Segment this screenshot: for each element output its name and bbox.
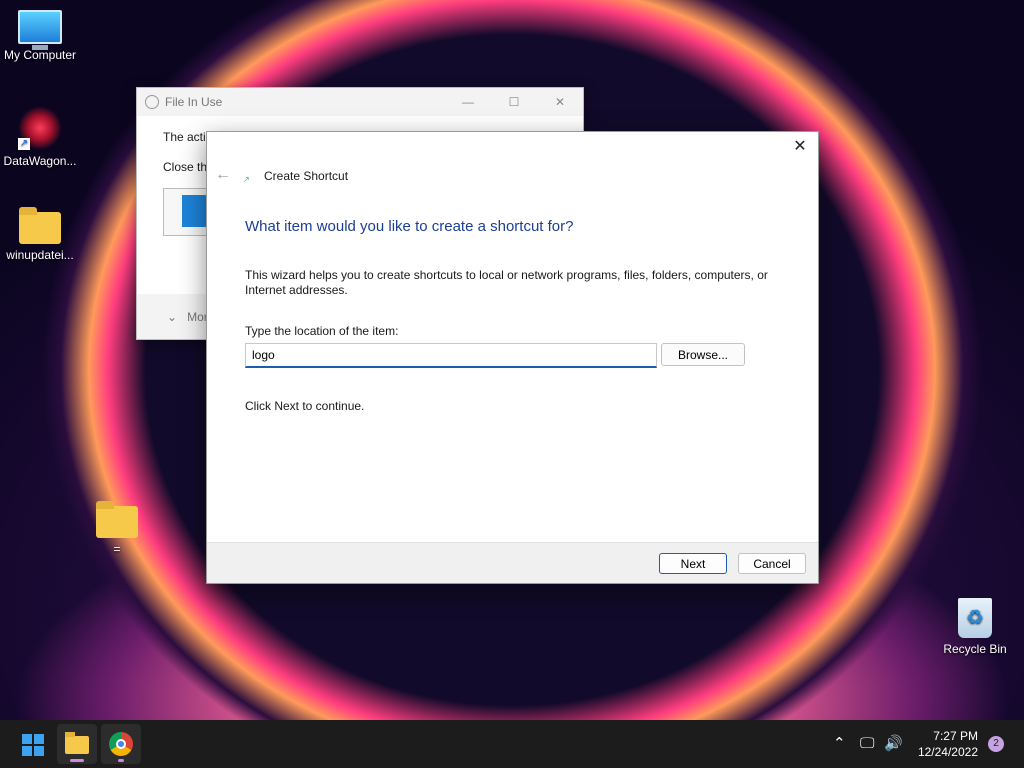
- message-text: Close th: [163, 160, 208, 174]
- chevron-up-icon[interactable]: ⌃: [833, 720, 846, 768]
- taskbar: ⌃ 🖵 🔊 7:27 PM 12/24/2022 2: [0, 720, 1024, 768]
- windows-logo-icon: [22, 734, 44, 756]
- folder-icon: [19, 207, 61, 244]
- location-input[interactable]: [245, 343, 657, 368]
- desktop-icon-winupdate[interactable]: winupdatei...: [0, 207, 80, 262]
- wizard-title: Create Shortcut: [264, 169, 349, 183]
- chrome-icon: [109, 732, 133, 756]
- folder-icon: [96, 501, 138, 538]
- running-indicator: [118, 759, 124, 762]
- wizard-icon: ↗: [243, 175, 250, 184]
- desktop-icon-label: DataWagon...: [3, 154, 77, 168]
- desktop-icon-label: My Computer: [3, 48, 77, 62]
- maximize-icon[interactable]: ☐: [491, 88, 537, 116]
- network-icon[interactable]: 🖵: [860, 720, 874, 768]
- taskbar-file-explorer[interactable]: [57, 724, 97, 764]
- cancel-button[interactable]: Cancel: [738, 553, 806, 574]
- clock-icon: [145, 95, 159, 109]
- dialog-footer: Next Cancel: [207, 542, 818, 583]
- volume-icon[interactable]: 🔊: [884, 720, 903, 768]
- desktop-icon-datawagon[interactable]: ↗ DataWagon...: [0, 106, 80, 168]
- clock[interactable]: 7:27 PM 12/24/2022: [918, 728, 978, 760]
- recycle-bin-icon: ♻: [958, 598, 992, 638]
- desktop-icon-label: Recycle Bin: [943, 642, 1007, 656]
- location-label: Type the location of the item:: [245, 324, 399, 338]
- desktop-icon-my-computer[interactable]: My Computer: [0, 10, 80, 62]
- desktop-icon-label: winupdatei...: [6, 248, 74, 262]
- notification-badge[interactable]: 2: [988, 736, 1004, 752]
- back-arrow-icon[interactable]: ←: [215, 166, 231, 184]
- clock-date: 12/24/2022: [917, 745, 978, 759]
- active-indicator: [70, 759, 84, 762]
- chevron-down-icon: ⌄: [167, 309, 178, 324]
- desktop-icon-folder-equals[interactable]: =: [77, 501, 157, 556]
- continue-hint: Click Next to continue.: [245, 399, 365, 413]
- page-heading: What item would you like to create a sho…: [245, 218, 574, 235]
- message-text: The actio: [163, 130, 213, 144]
- more-details-label: Mor: [187, 309, 208, 324]
- next-button[interactable]: Next: [659, 553, 727, 574]
- browse-button[interactable]: Browse...: [661, 343, 745, 366]
- close-icon[interactable]: ✕: [537, 88, 583, 116]
- app-shortcut-icon: ↗: [18, 106, 62, 150]
- minimize-icon[interactable]: —: [445, 88, 491, 116]
- start-button[interactable]: [12, 724, 52, 764]
- close-icon[interactable]: ✕: [788, 136, 812, 158]
- clock-time: 7:27 PM: [933, 729, 978, 743]
- window-controls: — ☐ ✕: [445, 88, 583, 116]
- folder-icon: [65, 732, 89, 754]
- window-title: File In Use: [165, 95, 223, 109]
- monitor-icon: [18, 10, 62, 50]
- create-shortcut-dialog[interactable]: ✕ ← ↗ Create Shortcut What item would yo…: [206, 131, 819, 584]
- wizard-description: This wizard helps you to create shortcut…: [245, 268, 768, 297]
- shortcut-arrow-icon: ↗: [18, 138, 30, 150]
- taskbar-chrome[interactable]: [101, 724, 141, 764]
- desktop-icon-label: =: [113, 542, 121, 556]
- file-thumbnail: [163, 188, 212, 236]
- desktop-icon-recycle-bin[interactable]: ♻ Recycle Bin: [935, 598, 1015, 656]
